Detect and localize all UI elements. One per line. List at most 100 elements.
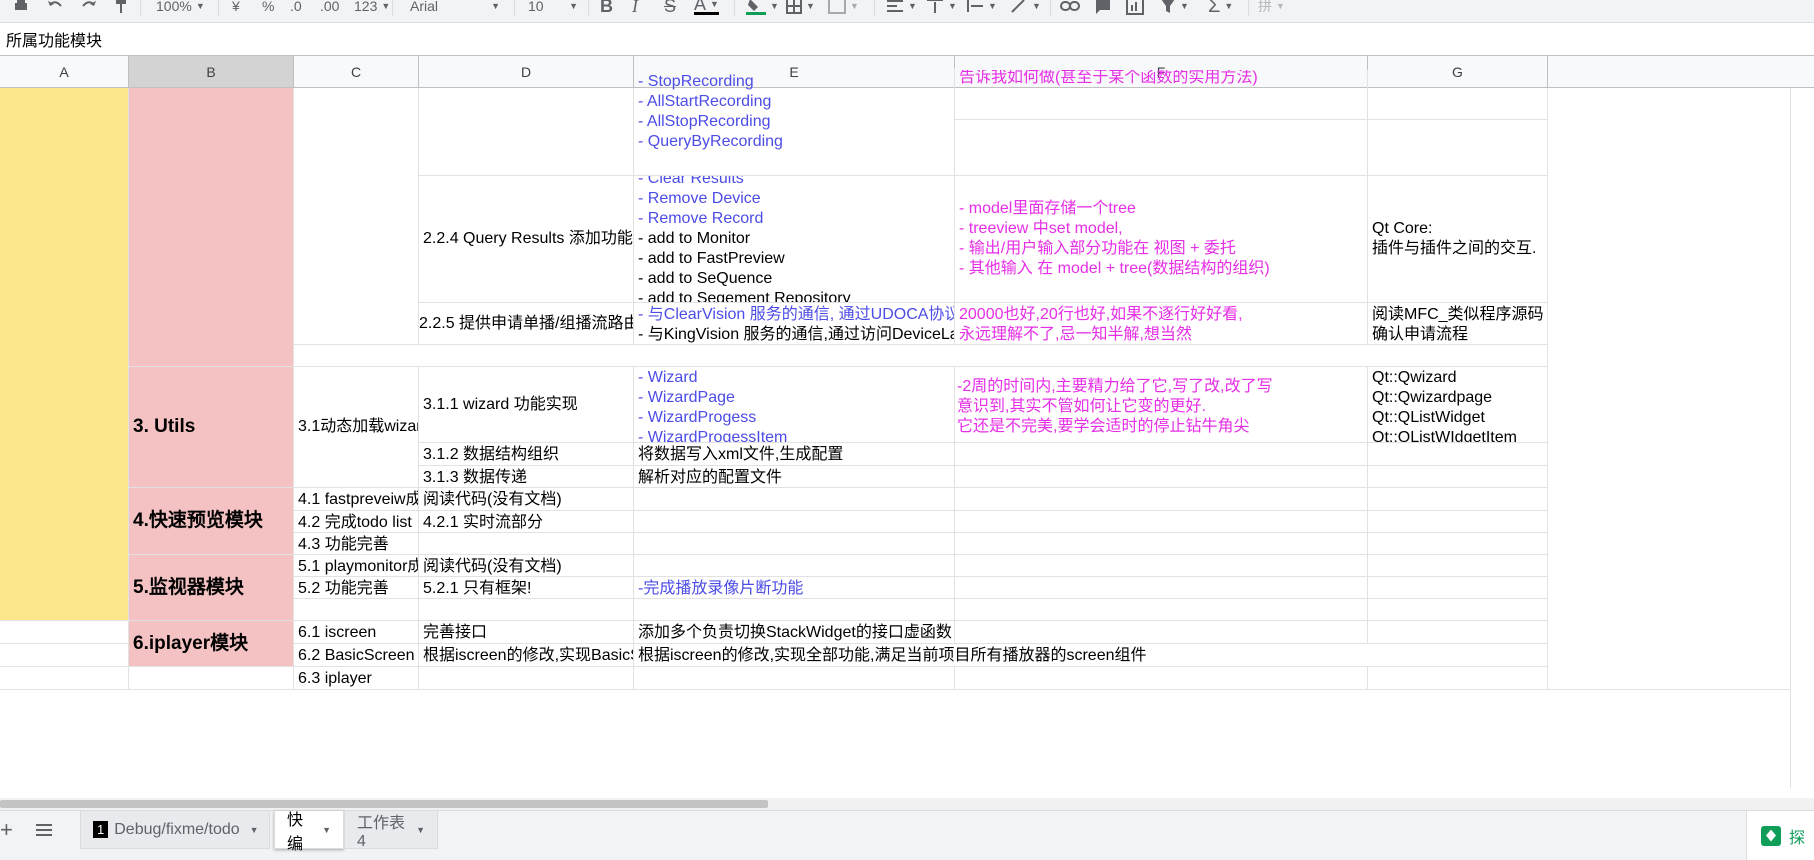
formula-bar[interactable]: 所属功能模块 <box>0 23 1814 56</box>
cell[interactable] <box>955 488 1368 511</box>
cell-c62[interactable]: 6.2 BasicScreen <box>294 644 419 667</box>
text-rotation-icon[interactable]: ▼ <box>1010 0 1041 16</box>
chart-icon[interactable] <box>1126 0 1144 16</box>
sheet-tab-kuaibian[interactable]: 快编 ▼ <box>274 811 344 853</box>
cell[interactable] <box>955 466 1368 488</box>
filter-icon[interactable]: ▼ <box>1160 0 1189 16</box>
cell[interactable] <box>1368 599 1548 621</box>
cell-b-section2[interactable] <box>129 88 294 367</box>
cell[interactable] <box>1368 511 1548 533</box>
cell-c51[interactable]: 5.1 playmonitor成果 <box>294 555 419 577</box>
cell-e-recording-list[interactable]: - StopRecording - AllStartRecording - Al… <box>634 68 955 176</box>
cell-f-311[interactable]: -2周的时间内,主要精力给了它,写了改,改了写 意识到,其实不管如何让它变的更好… <box>955 367 1368 443</box>
horizontal-scrollbar-thumb[interactable] <box>0 800 768 808</box>
print-icon[interactable] <box>12 0 30 16</box>
cell-e61[interactable]: 添加多个负责切换StackWidget的接口虚函数 <box>634 621 955 644</box>
fill-color-button[interactable]: ▼ <box>746 0 779 16</box>
cell-d-311[interactable]: 3.1.1 wizard 功能实现 <box>419 367 634 443</box>
cell-g-311[interactable]: Qt::Qwizard Qt::Qwizardpage Qt::QListWid… <box>1368 367 1548 443</box>
borders-button[interactable]: ▼ <box>786 0 815 16</box>
cell[interactable] <box>129 667 294 690</box>
cell-b-fastpreview[interactable]: 4.快速预览模块 <box>129 488 294 555</box>
increase-decimal-button[interactable]: .00 <box>320 0 339 16</box>
cell-b-monitor[interactable]: 5.监视器模块 <box>129 555 294 621</box>
cell[interactable] <box>634 599 955 621</box>
column-header-a[interactable]: A <box>0 56 129 88</box>
cell-d-313[interactable]: 3.1.3 数据传递 <box>419 466 634 488</box>
cell-c42[interactable]: 4.2 完成todo list <box>294 511 419 533</box>
cell-c-utils[interactable]: 3.1动态加载wizard <box>294 367 419 488</box>
cell-d62[interactable]: 根据iscreen的修改,实现BasicScreen <box>419 644 634 667</box>
cell[interactable] <box>955 621 1368 644</box>
column-header-c[interactable]: C <box>294 56 419 88</box>
column-header-b[interactable]: B <box>129 56 294 88</box>
decrease-decimal-button[interactable]: .0 <box>290 0 302 16</box>
cell-c43[interactable]: 4.3 功能完善 <box>294 533 419 555</box>
cell[interactable] <box>634 488 955 511</box>
cell[interactable] <box>294 88 419 345</box>
cell[interactable] <box>955 443 1368 466</box>
cell-c41[interactable]: 4.1 fastpreveiw成果 <box>294 488 419 511</box>
cell-d41[interactable]: 阅读代码(没有文档) <box>419 488 634 511</box>
undo-icon[interactable] <box>46 0 64 16</box>
cell-d-312[interactable]: 3.1.2 数据结构组织 <box>419 443 634 466</box>
cell[interactable] <box>955 577 1368 599</box>
sheet-tab-debug[interactable]: 1 Debug/fixme/todo ▼ <box>80 811 270 849</box>
cell[interactable] <box>0 621 129 644</box>
cell[interactable] <box>1368 120 1548 176</box>
text-wrap-icon[interactable]: ▼ <box>966 0 997 16</box>
cell-d-224[interactable]: 2.2.4 Query Results 添加功能菜单 <box>419 176 634 303</box>
cell-e-224[interactable]: - Clear Results - Remove Device - Remove… <box>634 176 955 303</box>
cell-f-224[interactable]: - model里面存储一个tree - treeview 中set model,… <box>955 176 1368 303</box>
cell[interactable] <box>634 555 955 577</box>
vertical-align-icon[interactable]: ▼ <box>926 0 957 16</box>
functions-button[interactable]: Σ ▼ <box>1208 0 1233 17</box>
cell[interactable] <box>955 555 1368 577</box>
cell[interactable] <box>1368 667 1548 690</box>
column-header-d[interactable]: D <box>419 56 634 88</box>
paint-format-icon[interactable] <box>114 0 128 16</box>
cell-e-312[interactable]: 将数据写入xml文件,生成配置 <box>634 443 955 466</box>
cell-g-225[interactable]: 阅读MFC_类似程序源码 确认申请流程 <box>1368 303 1548 345</box>
cell-e62[interactable]: 根据iscreen的修改,实现全部功能,满足当前项目所有播放器的screen组件 <box>634 644 1548 667</box>
cell-c52[interactable]: 5.2 功能完善 <box>294 577 419 599</box>
cell[interactable] <box>419 533 634 555</box>
cell[interactable] <box>1368 533 1548 555</box>
cell[interactable] <box>1368 577 1548 599</box>
cell[interactable] <box>1368 466 1548 488</box>
cell[interactable] <box>1368 88 1548 120</box>
cell[interactable] <box>955 667 1368 690</box>
cell[interactable] <box>955 120 1368 176</box>
add-sheet-icon[interactable]: + <box>0 817 13 843</box>
explore-button[interactable]: 探 <box>1746 811 1814 860</box>
percent-button[interactable]: % <box>262 0 274 16</box>
cell[interactable] <box>1368 621 1548 644</box>
cell[interactable] <box>1368 555 1548 577</box>
cell-e-225[interactable]: - 与ClearVision 服务的通信, 通过UDOCA协议,访问 - 与Ki… <box>634 303 955 345</box>
cell-c63[interactable]: 6.3 iplayer <box>294 667 419 690</box>
font-size-select[interactable]: 10 ▼ <box>528 0 578 16</box>
cell-d-225[interactable]: 2.2.5 提供申请单播/组播流路由参数 <box>419 303 634 345</box>
cell[interactable] <box>0 667 129 690</box>
column-header-g[interactable]: G <box>1368 56 1548 88</box>
cell-e-313[interactable]: 解析对应的配置文件 <box>634 466 955 488</box>
redo-icon[interactable] <box>80 0 98 16</box>
cell-d51[interactable]: 阅读代码(没有文档) <box>419 555 634 577</box>
vertical-scrollbar[interactable] <box>1790 88 1814 788</box>
currency-button[interactable]: ¥ <box>232 0 240 16</box>
number-format-select[interactable]: 123 ▼ <box>354 0 390 16</box>
cell[interactable] <box>419 88 634 176</box>
cell-f-225[interactable]: 20000也好,20行也好,如果不逐行好好看, 永远理解不了,忌一知半解,想当然 <box>955 303 1368 345</box>
cell[interactable] <box>294 599 419 621</box>
font-family-select[interactable]: Arial ▼ <box>410 0 500 16</box>
cell[interactable] <box>1368 443 1548 466</box>
cell-b-iplayer[interactable]: 6.iplayer模块 <box>129 621 294 667</box>
bold-button[interactable]: B <box>600 0 613 16</box>
cell-c61[interactable]: 6.1 iscreen <box>294 621 419 644</box>
cell[interactable] <box>955 533 1368 555</box>
cell[interactable] <box>955 511 1368 533</box>
cell-e-311[interactable]: - Wizard - WizardPage - WizardProgess - … <box>634 367 955 443</box>
cell-e52[interactable]: -完成播放录像片断功能 <box>634 577 955 599</box>
text-color-button[interactable]: A ▼ <box>694 0 719 15</box>
cell[interactable] <box>634 667 955 690</box>
